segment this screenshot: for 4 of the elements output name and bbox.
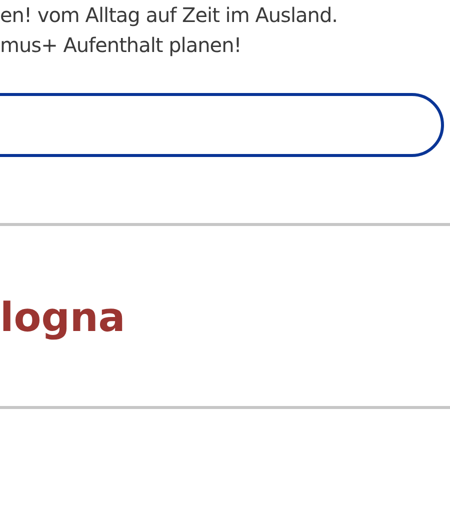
city-heading: logna (0, 294, 126, 343)
intro-text: mus+ Aufenthalt planen! (0, 32, 242, 59)
intro-text: en! vom Alltag auf Zeit im Ausland. (0, 2, 339, 29)
input-field[interactable] (0, 93, 444, 157)
